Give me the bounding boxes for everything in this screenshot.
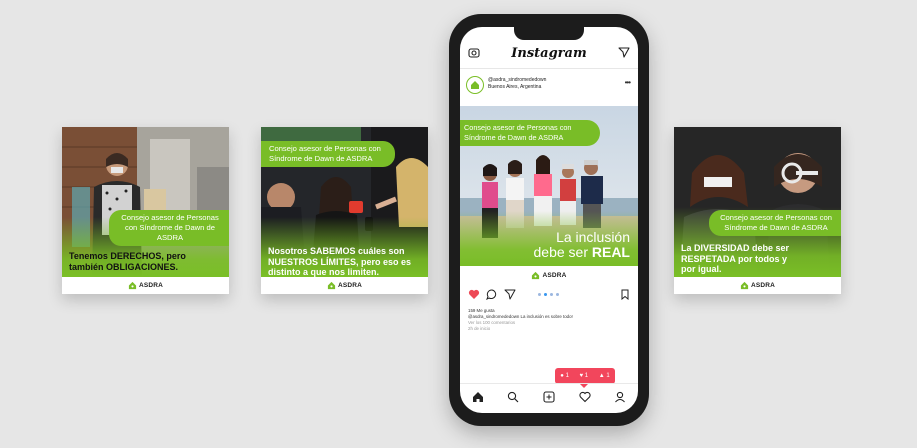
- post-caption: 159 Me gusta @asdra_sindromededown La in…: [468, 308, 632, 332]
- comment-notif-icon: ●: [560, 373, 564, 379]
- avatar[interactable]: [466, 76, 484, 94]
- activity-notification[interactable]: ● 1 ♥ 1 ▲ 1: [555, 368, 615, 388]
- phone-notch: [514, 27, 584, 40]
- post-time: 2h de inicio: [468, 326, 491, 331]
- like-notif-icon: ♥: [579, 373, 584, 379]
- phone-mockup: Instagram @asdra_sindromededown Buenos A…: [449, 14, 649, 426]
- card-pill: Consejo asesor de Personas con Síndrome …: [261, 141, 395, 167]
- house-logo-icon: [532, 271, 540, 279]
- house-logo-icon: [740, 281, 749, 290]
- post-actions: [460, 289, 638, 303]
- account-info: @asdra_sindromededown Buenos Aires, Arge…: [488, 77, 546, 91]
- post-card-derechos[interactable]: Consejo asesor de Personas con Síndrome …: [62, 127, 229, 294]
- post-header: @asdra_sindromededown Buenos Aires, Arge…: [460, 72, 638, 102]
- card-footer: ASDRA: [261, 277, 428, 294]
- house-logo-icon: [471, 81, 479, 89]
- share-icon[interactable]: [504, 289, 516, 300]
- account-location[interactable]: Buenos Aires, Argentina: [488, 84, 546, 91]
- follow-notif-icon: ▲: [598, 373, 605, 379]
- card-message: Nosotros SABEMOS cuáles son NUESTROS LÍM…: [268, 246, 412, 277]
- search-icon[interactable]: [507, 391, 519, 403]
- instagram-title: Instagram: [511, 46, 587, 61]
- post-headline: La inclusión debe ser REAL: [533, 229, 631, 260]
- card-message: Tenemos DERECHOS, pero también OBLIGACIO…: [69, 251, 186, 272]
- send-icon[interactable]: [618, 47, 630, 58]
- card-footer: ASDRA: [62, 277, 229, 294]
- home-icon[interactable]: [472, 391, 484, 403]
- house-logo-icon: [128, 281, 137, 290]
- bookmark-icon[interactable]: [620, 289, 630, 300]
- comment-icon[interactable]: [486, 289, 498, 300]
- more-options-icon[interactable]: •••: [625, 78, 631, 87]
- card-message: La DIVERSIDAD debe ser RESPETADA por tod…: [681, 243, 790, 274]
- account-name[interactable]: @asdra_sindromededown: [488, 77, 546, 84]
- asdra-logo: ASDRA: [531, 271, 566, 280]
- post-footer: ASDRA: [460, 266, 638, 284]
- instagram-header: Instagram: [460, 43, 638, 69]
- instagram-screen: Instagram @asdra_sindromededown Buenos A…: [460, 27, 638, 413]
- card-pill: Consejo asesor de Personas con Síndrome …: [109, 210, 229, 246]
- asdra-logo: ASDRA: [327, 281, 362, 290]
- post-card-diversidad[interactable]: Consejo asesor de Personas con Síndrome …: [674, 127, 841, 294]
- asdra-logo: ASDRA: [740, 281, 775, 290]
- card-footer: ASDRA: [674, 277, 841, 294]
- post-image[interactable]: Consejo asesor de Personas con Síndrome …: [460, 106, 638, 284]
- add-icon[interactable]: [543, 390, 555, 403]
- card-pill: Consejo asesor de Personas con Síndrome …: [709, 210, 841, 236]
- bottom-tab-bar: [460, 383, 638, 413]
- post-card-limites[interactable]: Consejo asesor de Personas con Síndrome …: [261, 127, 428, 294]
- profile-icon[interactable]: [614, 391, 626, 403]
- carousel-dots: [538, 293, 559, 296]
- activity-icon[interactable]: [578, 391, 591, 403]
- heart-icon[interactable]: [468, 289, 480, 300]
- asdra-logo: ASDRA: [128, 281, 163, 290]
- post-pill: Consejo asesor de Personas con Síndrome …: [460, 120, 600, 146]
- house-logo-icon: [327, 281, 336, 290]
